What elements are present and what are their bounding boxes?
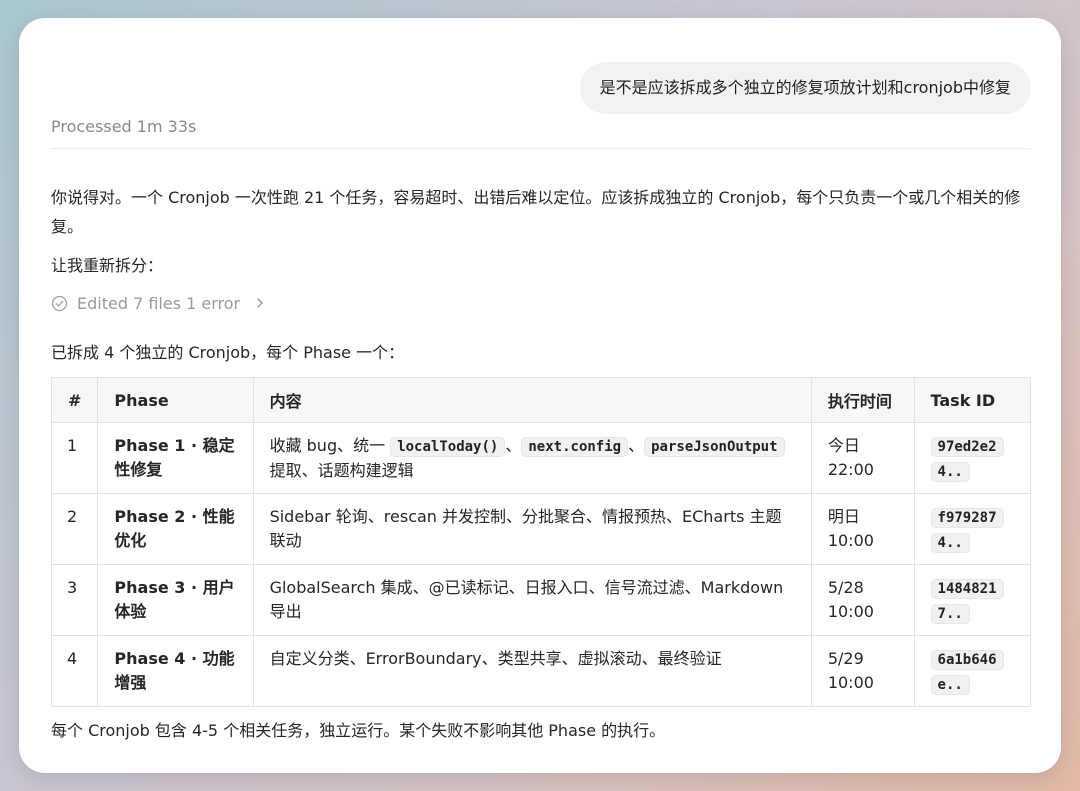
run-day: 5/29 <box>827 649 864 668</box>
run-time: 明日 10:00 <box>810 493 915 565</box>
task-id-cell: f9792874.. <box>913 493 1032 565</box>
phase-name: Phase 4 · 功能增强 <box>97 635 254 707</box>
processed-status: Processed 1m 33s <box>51 117 197 136</box>
table-header-row: # Phase 内容 执行时间 Task ID <box>50 377 1032 423</box>
inline-code: next.config <box>521 437 629 457</box>
inline-code: parseJsonOutput <box>644 437 785 457</box>
run-time: 5/28 10:00 <box>810 564 915 636</box>
phase-content: 自定义分类、ErrorBoundary、类型共享、虚拟滚动、最终验证 <box>252 635 812 707</box>
table-row: 3 Phase 3 · 用户体验 GlobalSearch 集成、@已读标记、日… <box>50 564 1032 636</box>
content-text: 收藏 bug、统一 <box>269 436 391 455</box>
run-time: 5/29 10:00 <box>810 635 915 707</box>
task-id: 6a1b646e.. <box>930 650 1004 695</box>
column-header-content: 内容 <box>252 377 812 423</box>
row-number: 1 <box>50 422 99 494</box>
column-header-time: 执行时间 <box>810 377 915 423</box>
task-id-cell: 14848217.. <box>913 564 1032 636</box>
chat-panel: 是不是应该拆成多个独立的修复项放计划和cronjob中修复 Processed … <box>19 18 1061 773</box>
phase-name: Phase 3 · 用户体验 <box>97 564 254 636</box>
row-number: 3 <box>50 564 99 636</box>
inline-code: localToday() <box>390 437 506 457</box>
check-circle-icon <box>51 295 68 312</box>
row-number: 2 <box>50 493 99 565</box>
assistant-intro-paragraph: 你说得对。一个 Cronjob 一次性跑 21 个任务，容易超时、出错后难以定位… <box>51 188 1021 236</box>
table-row: 2 Phase 2 · 性能优化 Sidebar 轮询、rescan 并发控制、… <box>50 493 1032 565</box>
chevron-right-icon <box>255 294 265 313</box>
run-clock: 10:00 <box>827 531 874 550</box>
cronjob-table: # Phase 内容 执行时间 Task ID 1 Phase 1 · 稳定性修… <box>50 377 1032 707</box>
summary-text: 已拆成 4 个独立的 Cronjob，每个 Phase 一个： <box>51 343 405 362</box>
phase-name: Phase 2 · 性能优化 <box>97 493 254 565</box>
run-time: 今日 22:00 <box>810 422 915 494</box>
run-day: 今日 <box>827 436 860 455</box>
footer-text: 每个 Cronjob 包含 4-5 个相关任务，独立运行。某个失败不影响其他 P… <box>51 721 666 740</box>
task-id: 14848217.. <box>930 579 1004 624</box>
run-clock: 10:00 <box>827 673 874 692</box>
table-row: 1 Phase 1 · 稳定性修复 收藏 bug、统一 localToday()… <box>50 422 1032 494</box>
run-day: 5/28 <box>827 578 864 597</box>
column-header-phase: Phase <box>97 377 254 423</box>
content-separator: 、 <box>505 436 522 455</box>
task-id-cell: 97ed2e24.. <box>913 422 1032 494</box>
content-separator: 、 <box>628 436 645 455</box>
edited-files-label: Edited 7 files 1 error <box>77 293 241 313</box>
task-id: 97ed2e24.. <box>930 437 1004 482</box>
phase-content: 收藏 bug、统一 localToday()、 next.config、 parse… <box>252 422 812 494</box>
column-header-task-id: Task ID <box>913 377 1032 423</box>
phase-content: GlobalSearch 集成、@已读标记、日报入口、信号流过滤、Markdow… <box>252 564 812 636</box>
phase-content: Sidebar 轮询、rescan 并发控制、分批聚合、情报预热、ECharts… <box>252 493 812 565</box>
run-clock: 10:00 <box>827 602 874 621</box>
table-row: 4 Phase 4 · 功能增强 自定义分类、ErrorBoundary、类型共… <box>50 635 1032 707</box>
edited-files-toggle[interactable]: Edited 7 files 1 error <box>51 291 265 315</box>
content-text: 提取、话题构建逻辑 <box>269 461 414 480</box>
task-id: f9792874.. <box>930 508 1004 553</box>
divider <box>51 148 1031 149</box>
run-day: 明日 <box>827 507 860 526</box>
column-header-num: # <box>50 377 99 423</box>
task-id-cell: 6a1b646e.. <box>913 635 1032 707</box>
row-number: 4 <box>50 635 99 707</box>
resplit-text: 让我重新拆分： <box>51 256 164 275</box>
user-message-bubble: 是不是应该拆成多个独立的修复项放计划和cronjob中修复 <box>579 62 1031 114</box>
phase-name: Phase 1 · 稳定性修复 <box>97 422 254 494</box>
run-clock: 22:00 <box>827 460 874 479</box>
